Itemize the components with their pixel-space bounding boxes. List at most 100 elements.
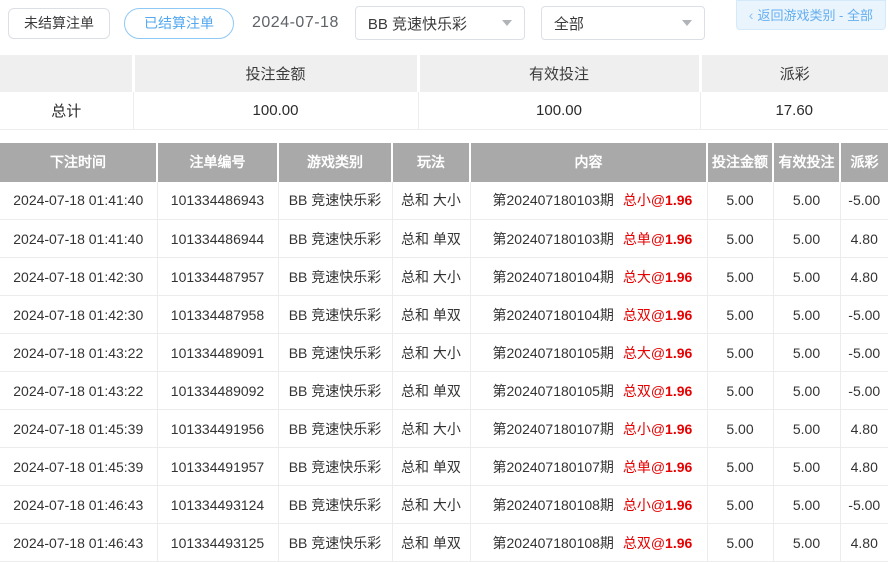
bet-amount-cell: 5.00 [707,448,773,486]
bet-time-cell: 2024-07-18 01:43:22 [0,334,157,372]
selection-label: 总单 [623,459,651,475]
odds-at-sign: @ [651,307,665,323]
order-number-cell: 101334491957 [157,448,278,486]
odds-value: 1.96 [665,269,692,285]
back-button-label: 返回游戏类别 - 全部 [757,8,873,23]
table-row: 2024-07-18 01:43:22 101334489092 BB 竞速快乐… [0,372,888,410]
odds-at-sign: @ [651,231,665,247]
game-category-cell: BB 竞速快乐彩 [278,296,392,334]
order-number-cell: 101334491956 [157,410,278,448]
valid-bet-cell: 5.00 [773,220,840,258]
summary-total-label: 总计 [0,92,133,129]
game-category-cell: BB 竞速快乐彩 [278,486,392,524]
odds-value: 1.96 [665,307,692,323]
table-row: 2024-07-18 01:45:39 101334491957 BB 竞速快乐… [0,448,888,486]
tab-unsettled-orders[interactable]: 未结算注单 [8,8,110,39]
valid-bet-cell: 5.00 [773,372,840,410]
selection-label: 总小 [623,192,651,208]
bet-time-cell: 2024-07-18 01:43:22 [0,372,157,410]
bet-time-cell: 2024-07-18 01:46:43 [0,524,157,562]
payout-cell: -5.00 [840,372,888,410]
play-type-cell: 总和 大小 [392,182,470,220]
odds-value: 1.96 [665,192,692,208]
content-cell: 第202407180108期 总双@1.96 [470,524,707,562]
header-payout: 派彩 [840,143,888,182]
period-label: 第202407180104期 [493,269,614,285]
odds-value: 1.96 [665,497,692,513]
table-row: 2024-07-18 01:45:39 101334491956 BB 竞速快乐… [0,410,888,448]
filter-select[interactable]: 全部 [541,6,705,40]
bet-time-cell: 2024-07-18 01:42:30 [0,296,157,334]
summary-header-payout: 派彩 [700,55,888,92]
bet-time-cell: 2024-07-18 01:46:43 [0,486,157,524]
game-type-select-value: BB 竞速快乐彩 [368,13,467,34]
selection-label: 总小 [623,421,651,437]
summary-header-valid-bet: 有效投注 [418,55,700,92]
bet-time-cell: 2024-07-18 01:41:40 [0,182,157,220]
summary-total-valid-bet: 100.00 [418,92,700,129]
date-label: 2024-07-18 [252,14,339,32]
period-label: 第202407180107期 [493,459,614,475]
back-to-game-category-button[interactable]: ‹返回游戏类别 - 全部 [736,0,886,30]
summary-header-row: 投注金额 有效投注 派彩 [0,55,888,92]
period-label: 第202407180104期 [493,307,614,323]
play-type-cell: 总和 大小 [392,410,470,448]
order-number-cell: 101334493125 [157,524,278,562]
play-type-cell: 总和 大小 [392,258,470,296]
odds-at-sign: @ [651,192,665,208]
header-content: 内容 [470,143,707,182]
game-category-cell: BB 竞速快乐彩 [278,448,392,486]
selection-label: 总大 [623,345,651,361]
play-type-cell: 总和 单双 [392,296,470,334]
bet-amount-cell: 5.00 [707,258,773,296]
table-row: 2024-07-18 01:43:22 101334489091 BB 竞速快乐… [0,334,888,372]
play-type-cell: 总和 单双 [392,220,470,258]
table-row: 2024-07-18 01:46:43 101334493125 BB 竞速快乐… [0,524,888,562]
header-bet-time: 下注时间 [0,143,157,182]
table-row: 2024-07-18 01:42:30 101334487958 BB 竞速快乐… [0,296,888,334]
chevron-down-icon [502,20,512,26]
table-row: 2024-07-18 01:41:40 101334486944 BB 竞速快乐… [0,220,888,258]
tab-settled-orders[interactable]: 已结算注单 [124,8,234,39]
odds-at-sign: @ [651,535,665,551]
bet-amount-cell: 5.00 [707,410,773,448]
period-label: 第202407180105期 [493,345,614,361]
content-cell: 第202407180107期 总单@1.96 [470,448,707,486]
content-cell: 第202407180108期 总小@1.96 [470,486,707,524]
summary-header-bet-amount: 投注金额 [133,55,418,92]
bet-amount-cell: 5.00 [707,220,773,258]
odds-value: 1.96 [665,459,692,475]
odds-at-sign: @ [651,383,665,399]
chevron-down-icon [682,20,692,26]
selection-label: 总双 [623,383,651,399]
bet-table-header-row: 下注时间 注单编号 游戏类别 玩法 内容 投注金额 有效投注 派彩 [0,143,888,182]
order-number-cell: 101334486944 [157,220,278,258]
payout-cell: -5.00 [840,182,888,220]
payout-cell: 4.80 [840,220,888,258]
period-label: 第202407180108期 [493,535,614,551]
summary-total-row: 总计 100.00 100.00 17.60 [0,92,888,129]
odds-at-sign: @ [651,345,665,361]
odds-value: 1.96 [665,383,692,399]
bet-table-body: 2024-07-18 01:41:40 101334486943 BB 竞速快乐… [0,182,888,562]
content-cell: 第202407180105期 总大@1.96 [470,334,707,372]
header-valid-bet: 有效投注 [773,143,840,182]
payout-cell: -5.00 [840,486,888,524]
table-row: 2024-07-18 01:42:30 101334487957 BB 竞速快乐… [0,258,888,296]
table-row: 2024-07-18 01:41:40 101334486943 BB 竞速快乐… [0,182,888,220]
order-number-cell: 101334493124 [157,486,278,524]
selection-label: 总双 [623,535,651,551]
valid-bet-cell: 5.00 [773,448,840,486]
order-number-cell: 101334487958 [157,296,278,334]
order-number-cell: 101334489091 [157,334,278,372]
odds-value: 1.96 [665,345,692,361]
odds-value: 1.96 [665,535,692,551]
odds-value: 1.96 [665,231,692,247]
summary-table: 投注金额 有效投注 派彩 总计 100.00 100.00 17.60 [0,55,888,130]
game-type-select[interactable]: BB 竞速快乐彩 [355,6,525,40]
payout-cell: 4.80 [840,410,888,448]
content-cell: 第202407180103期 总单@1.96 [470,220,707,258]
play-type-cell: 总和 单双 [392,372,470,410]
game-category-cell: BB 竞速快乐彩 [278,410,392,448]
valid-bet-cell: 5.00 [773,410,840,448]
